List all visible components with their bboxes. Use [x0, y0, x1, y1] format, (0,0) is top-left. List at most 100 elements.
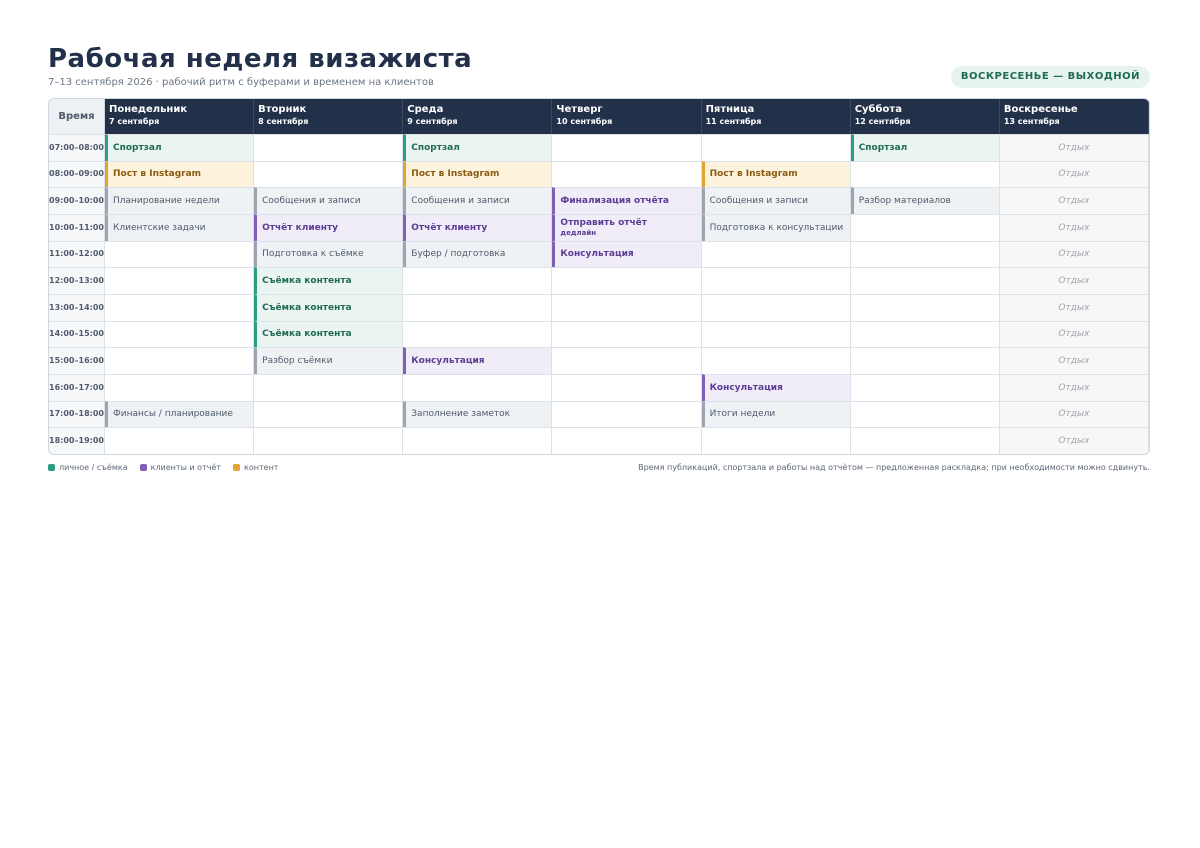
empty-slot[interactable] — [850, 373, 1000, 401]
empty-slot[interactable] — [403, 373, 553, 401]
day-date: 8 сентября — [258, 117, 309, 126]
event-block[interactable]: Спортзал — [403, 134, 553, 161]
event-block[interactable]: Спортзал — [850, 134, 1000, 161]
empty-slot[interactable] — [105, 320, 255, 348]
event-block[interactable]: Клиентские задачи — [105, 213, 255, 241]
time-slot-label: 09:00– 10:00 — [49, 187, 105, 214]
empty-slot[interactable] — [701, 134, 851, 161]
event-block[interactable]: Финансы / планирование — [105, 400, 255, 428]
day-date: 11 сентября — [705, 117, 762, 126]
event-block[interactable]: Сообщения и записи — [254, 187, 404, 214]
event-block[interactable]: Итоги недели — [701, 400, 851, 428]
empty-slot[interactable] — [850, 267, 1000, 294]
empty-slot[interactable] — [552, 160, 702, 188]
empty-slot[interactable] — [850, 320, 1000, 348]
empty-slot[interactable] — [701, 267, 851, 294]
empty-slot[interactable] — [701, 347, 851, 374]
rest-slot[interactable]: Отдых — [999, 320, 1149, 348]
time-slot-end: 10:00 — [78, 196, 104, 206]
empty-slot[interactable] — [850, 427, 1000, 454]
rest-slot[interactable]: Отдых — [999, 267, 1149, 294]
rest-slot[interactable]: Отдых — [999, 160, 1149, 188]
event-block[interactable]: Подготовка к консультации — [701, 213, 851, 241]
empty-slot[interactable] — [850, 347, 1000, 374]
empty-slot[interactable] — [403, 293, 553, 321]
empty-slot[interactable] — [254, 400, 404, 428]
event-block[interactable]: Отчёт клиенту — [254, 213, 404, 241]
event-block[interactable]: Буфер / подготовка — [403, 240, 553, 268]
event-block[interactable]: Консультация — [552, 240, 702, 268]
empty-slot[interactable] — [850, 240, 1000, 268]
empty-slot[interactable] — [105, 373, 255, 401]
empty-slot[interactable] — [105, 347, 255, 374]
event-title: Отдых — [1058, 249, 1090, 260]
empty-slot[interactable] — [552, 373, 702, 401]
empty-slot[interactable] — [105, 427, 255, 454]
empty-slot[interactable] — [850, 160, 1000, 188]
event-block[interactable]: Консультация — [701, 373, 851, 401]
event-block[interactable]: Разбор материалов — [850, 187, 1000, 214]
page-subtitle: 7–13 сентября 2026 · рабочий ритм с буфе… — [48, 77, 434, 88]
rest-slot[interactable]: Отдых — [999, 213, 1149, 241]
empty-slot[interactable] — [552, 293, 702, 321]
empty-slot[interactable] — [105, 240, 255, 268]
empty-slot[interactable] — [701, 427, 851, 454]
event-block[interactable]: Заполнение заметок — [403, 400, 553, 428]
event-block[interactable]: Консультация — [403, 347, 553, 374]
empty-slot[interactable] — [105, 293, 255, 321]
event-block[interactable]: Съёмка контента — [254, 267, 404, 294]
event-block[interactable]: Отчёт клиенту — [403, 213, 553, 241]
event-block[interactable]: Планирование недели — [105, 187, 255, 214]
rest-slot[interactable]: Отдых — [999, 240, 1149, 268]
empty-slot[interactable] — [850, 293, 1000, 321]
rest-slot[interactable]: Отдых — [999, 373, 1149, 401]
rest-slot[interactable]: Отдых — [999, 293, 1149, 321]
event-block[interactable]: Подготовка к съёмке — [254, 240, 404, 268]
rest-slot[interactable]: Отдых — [999, 347, 1149, 374]
empty-slot[interactable] — [850, 400, 1000, 428]
empty-slot[interactable] — [105, 267, 255, 294]
event-title: Съёмка контента — [262, 302, 352, 313]
rest-slot[interactable]: Отдых — [999, 427, 1149, 454]
event-block[interactable]: Съёмка контента — [254, 320, 404, 348]
legend-label: клиенты и отчёт — [150, 463, 222, 472]
empty-slot[interactable] — [403, 267, 553, 294]
event-block[interactable]: Сообщения и записи — [701, 187, 851, 214]
legend-item: клиенты и отчёт — [139, 463, 222, 472]
event-title: Сообщения и записи — [262, 196, 361, 207]
event-title: Съёмка контента — [262, 329, 352, 340]
empty-slot[interactable] — [254, 134, 404, 161]
empty-slot[interactable] — [552, 400, 702, 428]
empty-slot[interactable] — [850, 213, 1000, 241]
event-block[interactable]: Пост в Instagram — [105, 160, 255, 188]
empty-slot[interactable] — [701, 293, 851, 321]
empty-slot[interactable] — [403, 427, 553, 454]
empty-slot[interactable] — [552, 320, 702, 348]
empty-slot[interactable] — [403, 320, 553, 348]
event-block[interactable]: Пост в Instagram — [403, 160, 553, 188]
event-block[interactable]: Пост в Instagram — [701, 160, 851, 188]
event-block[interactable]: Отправить отчёт дедлайн — [552, 213, 702, 241]
event-title: Спортзал — [113, 142, 162, 153]
event-block[interactable]: Сообщения и записи — [403, 187, 553, 214]
empty-slot[interactable] — [552, 427, 702, 454]
rest-slot[interactable]: Отдых — [999, 187, 1149, 214]
empty-slot[interactable] — [552, 267, 702, 294]
empty-slot[interactable] — [254, 427, 404, 454]
event-block[interactable]: Разбор съёмки — [254, 347, 404, 374]
empty-slot[interactable] — [552, 134, 702, 161]
empty-slot[interactable] — [701, 240, 851, 268]
rest-slot[interactable]: Отдых — [999, 400, 1149, 428]
event-title: Отдых — [1058, 409, 1090, 420]
event-block[interactable]: Спортзал — [105, 134, 255, 161]
empty-slot[interactable] — [254, 373, 404, 401]
time-slot-end: 18:00 — [78, 409, 104, 419]
event-title: Отправить отчёт — [560, 218, 647, 229]
rest-slot[interactable]: Отдых — [999, 134, 1149, 161]
event-title: Отдых — [1058, 169, 1090, 180]
empty-slot[interactable] — [701, 320, 851, 348]
event-block[interactable]: Финализация отчёта — [552, 187, 702, 214]
empty-slot[interactable] — [552, 347, 702, 374]
empty-slot[interactable] — [254, 160, 404, 188]
event-block[interactable]: Съёмка контента — [254, 293, 404, 321]
